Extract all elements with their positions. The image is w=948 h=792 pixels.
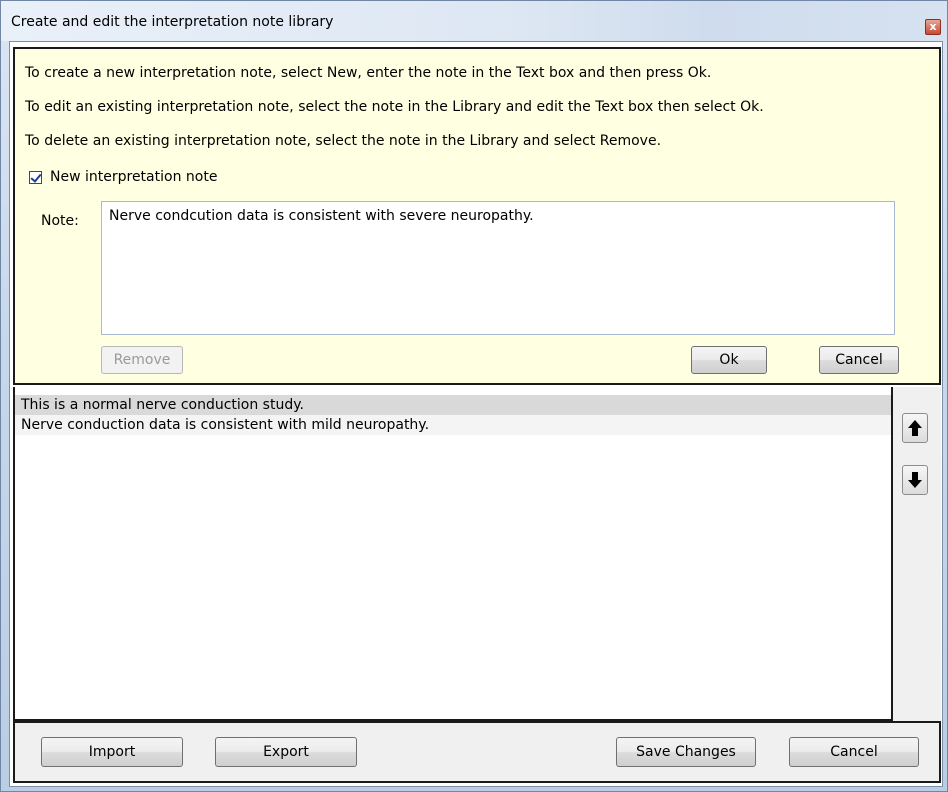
- list-item[interactable]: Nerve conduction data is consistent with…: [15, 415, 891, 435]
- edit-cancel-button[interactable]: Cancel: [819, 346, 899, 374]
- instruction-edit: To edit an existing interpretation note,…: [25, 99, 764, 115]
- arrow-up-icon: [908, 420, 922, 436]
- new-note-checkbox-label: New interpretation note: [50, 169, 218, 185]
- export-button[interactable]: Export: [215, 737, 357, 767]
- save-changes-button[interactable]: Save Changes: [616, 737, 756, 767]
- note-editor-panel: To create a new interpretation note, sel…: [13, 47, 941, 385]
- arrow-down-icon: [908, 472, 922, 488]
- move-down-button[interactable]: [902, 465, 928, 495]
- close-button[interactable]: x: [925, 19, 941, 35]
- note-text-field[interactable]: Nerve condcution data is consistent with…: [101, 201, 895, 335]
- close-icon: x: [929, 20, 937, 33]
- note-library-list[interactable]: This is a normal nerve conduction study.…: [13, 387, 893, 721]
- import-button[interactable]: Import: [41, 737, 183, 767]
- footer-cancel-button[interactable]: Cancel: [789, 737, 919, 767]
- dialog-window: Create and edit the interpretation note …: [0, 0, 948, 792]
- footer-bar: Import Export Save Changes Cancel: [13, 721, 941, 783]
- new-note-checkbox[interactable]: [29, 170, 42, 184]
- remove-button[interactable]: Remove: [101, 346, 183, 374]
- title-bar: Create and edit the interpretation note …: [1, 1, 947, 41]
- ok-button[interactable]: Ok: [691, 346, 767, 374]
- reorder-strip: [893, 387, 941, 721]
- instruction-delete: To delete an existing interpretation not…: [25, 133, 662, 149]
- move-up-button[interactable]: [902, 413, 928, 443]
- instruction-create: To create a new interpretation note, sel…: [25, 65, 712, 81]
- new-note-checkbox-row[interactable]: New interpretation note: [29, 167, 217, 187]
- window-title: Create and edit the interpretation note …: [11, 14, 334, 30]
- list-item[interactable]: This is a normal nerve conduction study.: [15, 395, 891, 415]
- note-label: Note:: [41, 213, 79, 229]
